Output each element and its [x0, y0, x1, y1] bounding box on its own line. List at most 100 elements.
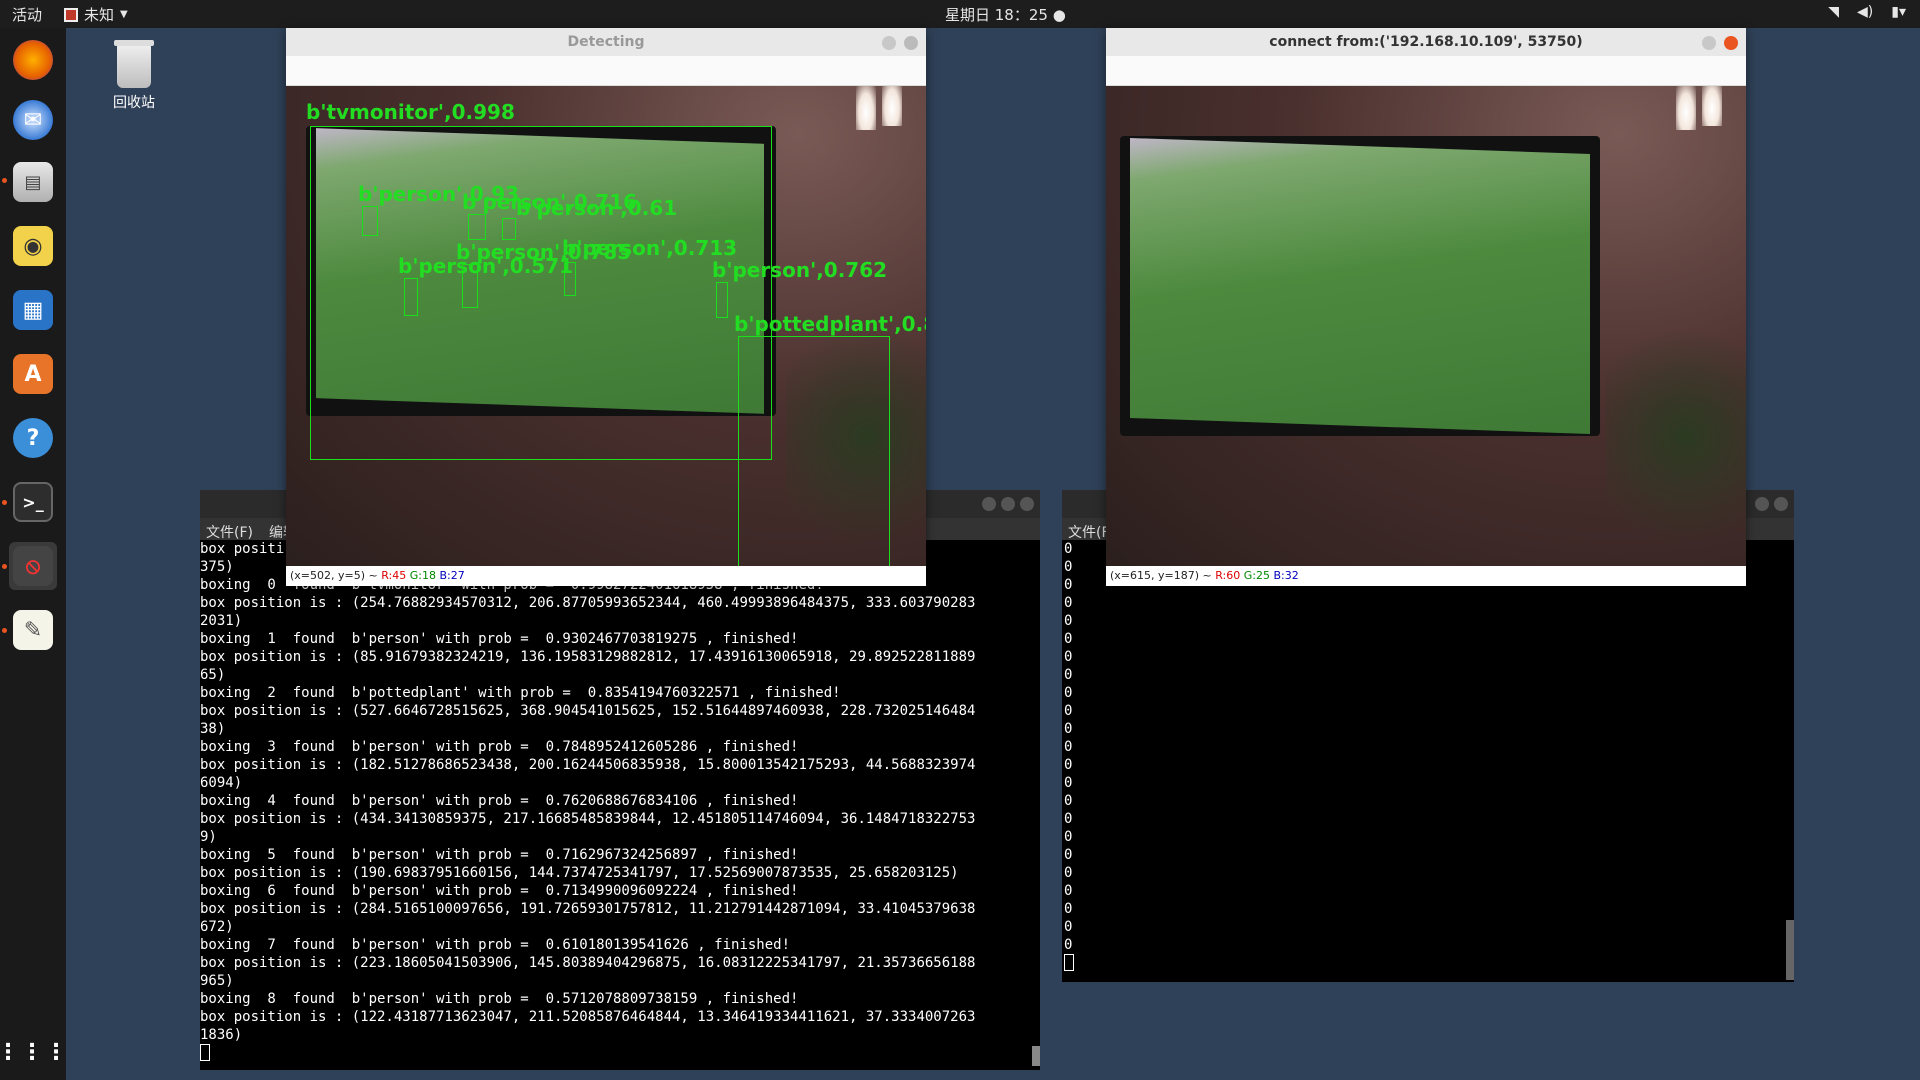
- status-bar: (x=502, y=5) ~ R:45 G:18 B:27: [286, 566, 926, 586]
- battery-icon: ▮▾: [1891, 4, 1906, 20]
- terminal-line: box position is : (527.6646728515625, 36…: [200, 703, 976, 719]
- label-person: b'person',0.713: [562, 236, 738, 260]
- rhythmbox-icon: ◉: [13, 226, 53, 266]
- scrollbar[interactable]: [1786, 920, 1794, 980]
- running-indicator: [2, 628, 7, 633]
- terminal-line: 0: [1064, 757, 1073, 773]
- terminal-output[interactable]: box positi 534759521484375)boxing 0 foun…: [200, 540, 1040, 1066]
- image-toolbar: [286, 56, 926, 86]
- app-menu[interactable]: 未知 ▼: [64, 4, 128, 25]
- terminal-line: boxing 3 found b'person' with prob = 0.7…: [200, 739, 799, 755]
- thunderbird-launcher[interactable]: ✉: [9, 96, 57, 144]
- running-indicator: [2, 178, 7, 183]
- text-cursor: [200, 1044, 210, 1061]
- label-pottedplant: b'pottedplant',0.8: [734, 312, 926, 336]
- blue-value: B:32: [1273, 569, 1299, 582]
- trash-desktop-icon[interactable]: 回收站: [100, 40, 168, 112]
- terminal-line: box position is : (254.76882934570312, 2…: [200, 595, 976, 611]
- wifi-icon: ◥: [1828, 4, 1840, 20]
- terminal-line: 0: [1064, 721, 1073, 737]
- terminal-line: 9): [200, 829, 217, 845]
- blue-value: B:27: [439, 569, 465, 582]
- close-icon[interactable]: [1774, 497, 1788, 511]
- status-bar: (x=615, y=187) ~ R:60 G:25 B:32: [1106, 566, 1746, 586]
- terminal-line: box position is : (85.91679382324219, 13…: [200, 649, 976, 665]
- terminal-line: boxing 5 found b'person' with prob = 0.7…: [200, 847, 799, 863]
- terminal-line: 0: [1064, 685, 1073, 701]
- terminal-line: 0: [1064, 847, 1073, 863]
- bbox-person: [462, 264, 478, 308]
- system-tray[interactable]: ◥ ◀) ▮▾: [1828, 4, 1906, 20]
- terminal-line: box position is : (122.43187713623047, 2…: [200, 1009, 976, 1025]
- terminal-line: 0: [1064, 919, 1073, 935]
- unknown-app-launcher[interactable]: ⦸: [9, 542, 57, 590]
- bbox-person: [468, 214, 486, 240]
- minimize-icon[interactable]: [982, 497, 996, 511]
- firefox-icon: [13, 40, 53, 80]
- bbox-person: [564, 262, 576, 296]
- writer-launcher[interactable]: ▦: [9, 286, 57, 334]
- minimize-icon[interactable]: [1755, 497, 1769, 511]
- dock: ✉ ▤ ◉ ▦ A ? >_ ⦸ ✎ ⋮⋮⋮: [0, 28, 69, 1080]
- stream-image: [1106, 86, 1746, 566]
- clock-label: 星期日 18：25: [945, 6, 1048, 24]
- rhythmbox-launcher[interactable]: ◉: [9, 222, 57, 270]
- detecting-window[interactable]: Detecting b'tvmonitor',0.998 b'person',0…: [286, 28, 926, 586]
- minimize-icon[interactable]: [882, 36, 896, 50]
- scrollbar[interactable]: [1032, 1046, 1040, 1066]
- files-icon: ▤: [13, 162, 53, 202]
- terminal-line: box position is : (434.34130859375, 217.…: [200, 811, 976, 827]
- terminal-line: 2031): [200, 613, 243, 629]
- terminal-line: boxing 6 found b'person' with prob = 0.7…: [200, 883, 799, 899]
- terminal-line: 0: [1064, 883, 1073, 899]
- close-icon[interactable]: [1724, 36, 1738, 50]
- label-person: b'person',0.762: [712, 258, 888, 282]
- terminal-launcher[interactable]: >_: [9, 478, 57, 526]
- terminal-line: 0: [1064, 631, 1073, 647]
- terminal-line: box position is : (190.69837951660156, 1…: [200, 865, 959, 881]
- software-launcher[interactable]: A: [9, 350, 57, 398]
- red-value: R:60: [1215, 569, 1241, 582]
- show-apps-button[interactable]: ⋮⋮⋮: [0, 1028, 69, 1076]
- lamp-light: [856, 86, 876, 130]
- text-cursor: [1064, 954, 1074, 971]
- show-apps-icon: ⋮⋮⋮: [0, 1039, 69, 1065]
- running-indicator: [2, 564, 7, 569]
- terminal-icon: >_: [13, 482, 53, 522]
- help-launcher[interactable]: ?: [9, 414, 57, 462]
- close-icon[interactable]: [1020, 497, 1034, 511]
- activities-button[interactable]: 活动: [12, 4, 42, 25]
- connect-window[interactable]: connect from:('192.168.10.109', 53750) (…: [1106, 28, 1746, 586]
- terminal-line: 65): [200, 667, 226, 683]
- terminal-line: 0: [1064, 829, 1073, 845]
- detection-image: b'tvmonitor',0.998 b'person',0.93 b'pers…: [286, 86, 926, 566]
- thunderbird-icon: ✉: [13, 100, 53, 140]
- top-bar: 活动 未知 ▼ 星期日 18：25 ● ◥ ◀) ▮▾: [0, 0, 1920, 28]
- menu-file[interactable]: 文件(F): [206, 522, 253, 541]
- close-icon[interactable]: [904, 36, 918, 50]
- terminal-line: boxing 7 found b'person' with prob = 0.6…: [200, 937, 791, 953]
- red-value: R:45: [381, 569, 407, 582]
- terminal-line: 0: [1064, 811, 1073, 827]
- bbox-pottedplant: [738, 336, 890, 566]
- firefox-launcher[interactable]: [9, 36, 57, 84]
- help-icon: ?: [13, 418, 53, 458]
- bbox-person: [502, 218, 516, 240]
- terminal-line: box position is : (223.18605041503906, 1…: [200, 955, 976, 971]
- trash-label: 回收站: [113, 95, 155, 111]
- cursor-position: (x=615, y=187) ~: [1110, 569, 1212, 582]
- window-controls: [1755, 497, 1788, 511]
- terminal-line: 38): [200, 721, 226, 737]
- clock[interactable]: 星期日 18：25 ●: [945, 4, 1066, 25]
- terminal-line: 0: [1064, 865, 1073, 881]
- text-editor-launcher[interactable]: ✎: [9, 606, 57, 654]
- maximize-icon[interactable]: [1001, 497, 1015, 511]
- software-center-icon: A: [13, 354, 53, 394]
- menu-file[interactable]: 文件(F: [1068, 522, 1110, 541]
- label-tvmonitor: b'tvmonitor',0.998: [306, 100, 515, 124]
- minimize-icon[interactable]: [1702, 36, 1716, 50]
- cursor-position: (x=502, y=5) ~: [290, 569, 378, 582]
- bbox-person: [716, 282, 728, 318]
- files-launcher[interactable]: ▤: [9, 158, 57, 206]
- terminal-output[interactable]: 00000000000000000000000: [1062, 540, 1794, 976]
